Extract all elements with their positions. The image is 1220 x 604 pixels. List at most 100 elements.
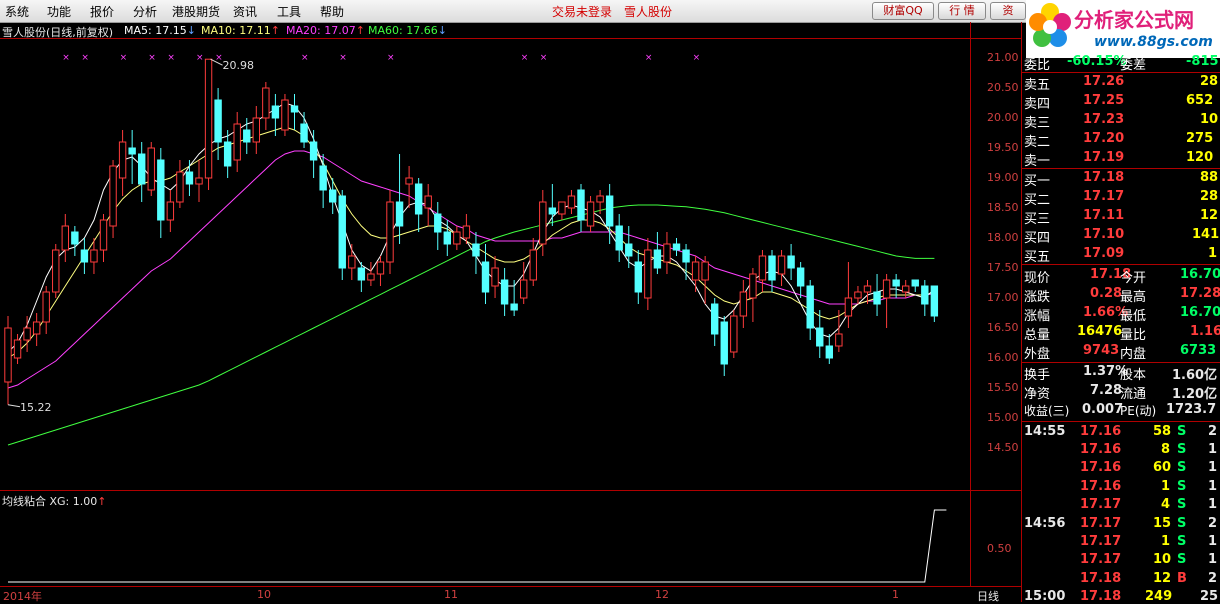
caifu-qq-button[interactable]: 财富QQ <box>872 2 934 20</box>
candle-down <box>71 231 79 245</box>
signal-mark: × <box>81 53 89 63</box>
tick-count: 1 <box>1208 442 1218 458</box>
tick-side: S <box>1177 442 1187 458</box>
menu-function[interactable]: 功能 <box>47 3 71 20</box>
info-button[interactable]: 资 <box>990 2 1026 20</box>
candle-up <box>730 315 738 353</box>
candle-up <box>854 291 862 299</box>
tick-volume: 4 <box>1161 496 1171 512</box>
tick-side: S <box>1177 424 1187 439</box>
signal-mark: × <box>215 53 223 63</box>
signal-mark: × <box>120 53 128 63</box>
candle-down <box>271 105 280 119</box>
ma5-line <box>7 102 935 353</box>
divider <box>1021 362 1220 363</box>
candle-up <box>586 201 595 227</box>
bid-volume: 1 <box>1208 246 1218 261</box>
candle-down <box>443 231 452 245</box>
candle-down <box>395 201 404 227</box>
quote-button[interactable]: 行 情 <box>938 2 986 20</box>
date-tick: 11 <box>444 588 458 601</box>
menu-news[interactable]: 资讯 <box>233 3 257 20</box>
ask-price: 17.26 <box>1083 74 1125 89</box>
candle-up <box>424 195 432 209</box>
candle-up <box>844 297 853 317</box>
candle-down <box>816 327 824 347</box>
candle-down <box>290 105 299 113</box>
ask-label: 卖五 <box>1024 78 1051 93</box>
candle-down <box>223 141 232 167</box>
menu-help[interactable]: 帮助 <box>320 3 344 20</box>
ma10-label: MA10: 17.11↑ <box>201 24 280 37</box>
menu-quote[interactable]: 报价 <box>90 3 114 20</box>
tick-volume: 58 <box>1153 424 1172 439</box>
candle-up <box>90 249 98 263</box>
stat-label: 涨幅 <box>1024 309 1051 324</box>
candle-up <box>252 117 261 143</box>
candle-up <box>42 291 50 323</box>
candle-down <box>309 141 318 161</box>
candle-up <box>529 249 537 281</box>
candle-up <box>462 225 471 239</box>
tick-volume: 8 <box>1161 442 1171 458</box>
ma20-label: MA20: 17.07↑ <box>286 24 365 37</box>
candle-up <box>749 273 757 299</box>
fund-label: 流通 <box>1120 387 1147 402</box>
candlestick-chart[interactable]: 20.98 15.22 × × × × × × × × × × × × × × <box>0 38 970 490</box>
menu-analysis[interactable]: 分析 <box>133 3 157 20</box>
menu-stock-name: 雪人股份 <box>624 5 673 19</box>
stat-value: 16.70 <box>1180 267 1220 282</box>
candle-down <box>930 285 939 317</box>
menu-tools[interactable]: 工具 <box>277 3 301 20</box>
candle-down <box>357 267 366 281</box>
candle-down <box>300 123 308 143</box>
candle-up <box>663 243 671 263</box>
tick-side: S <box>1177 496 1187 512</box>
price-tick: 15.50 <box>987 381 1019 394</box>
menu-system[interactable]: 系统 <box>5 3 29 20</box>
signal-mark: × <box>167 53 175 63</box>
fund-label: 换手 <box>1024 368 1051 383</box>
candle-down <box>768 255 776 281</box>
candle-up <box>777 255 786 275</box>
candle-up <box>491 267 499 287</box>
tick-side: S <box>1177 460 1187 476</box>
bid-volume: 12 <box>1200 208 1219 223</box>
stat-value: 16.70 <box>1180 305 1220 320</box>
price-tick: 16.50 <box>987 321 1019 334</box>
low-marker <box>7 404 21 408</box>
candle-down <box>625 243 633 257</box>
tick-count: 2 <box>1208 516 1218 531</box>
candle-down <box>138 153 146 185</box>
ma60-line <box>7 204 935 446</box>
candle-up <box>691 261 700 281</box>
login-status[interactable]: 交易未登录 <box>552 3 612 20</box>
tick-price: 17.16 <box>1080 442 1122 458</box>
signal-mark: × <box>645 53 653 63</box>
tick-side: S <box>1177 478 1187 494</box>
logo-url[interactable]: www.88gs.com <box>1094 34 1213 50</box>
menu-hk-futures[interactable]: 港股期货 <box>172 3 220 20</box>
tick-volume: 60 <box>1153 460 1172 476</box>
candle-up <box>32 321 41 335</box>
candle-down <box>615 225 623 251</box>
candle-up <box>348 255 356 269</box>
tick-price: 17.17 <box>1080 516 1122 531</box>
candle-up <box>596 195 604 203</box>
logo-title: 分析家公式网 <box>1074 8 1194 32</box>
signal-mark: × <box>693 53 701 63</box>
tick-time: 14:55 <box>1024 424 1066 439</box>
price-tick: 20.50 <box>987 81 1019 94</box>
diff-label: 委差 <box>1120 58 1147 73</box>
tick-side: S <box>1177 534 1187 550</box>
candle-up <box>558 201 566 215</box>
indicator-chart[interactable] <box>0 494 970 586</box>
candle-down <box>481 261 490 293</box>
stat-label: 最低 <box>1120 309 1147 324</box>
ask-volume: 28 <box>1200 74 1219 89</box>
divider <box>1021 421 1220 422</box>
ask-label: 卖二 <box>1024 135 1051 150</box>
candle-up <box>99 219 108 251</box>
candle-up <box>13 339 22 359</box>
price-tick: 21.00 <box>987 51 1019 64</box>
